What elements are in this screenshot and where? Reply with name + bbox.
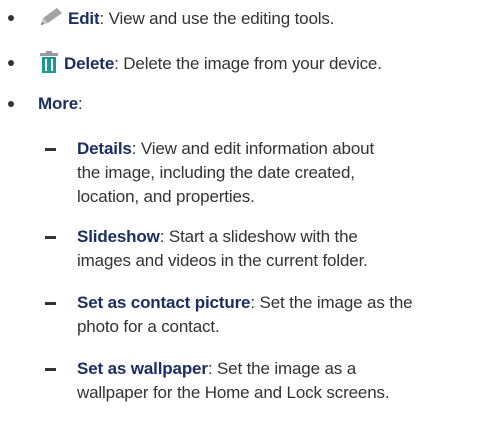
dash-marker (45, 368, 56, 371)
list-item-edit: Edit: View and use the editing tools. (8, 6, 334, 31)
bullet (8, 15, 14, 21)
wallpaper-line-1: : Set the image as a (207, 359, 357, 378)
dash-marker (45, 148, 56, 151)
description-delete: : Delete the image from your device. (114, 54, 382, 73)
details-line-2: the image, including the date created, (77, 163, 355, 182)
document-content: Edit: View and use the editing tools. De… (0, 0, 492, 439)
list-item-text: More: (38, 92, 83, 116)
list-item-text: Edit: View and use the editing tools. (38, 6, 334, 31)
term-set-as-wallpaper: Set as wallpaper (77, 359, 208, 378)
list-item-more: More: (8, 92, 83, 116)
term-set-as-contact-picture: Set as contact picture (77, 293, 251, 312)
details-line-1: : View and edit information about (131, 139, 375, 158)
term-slideshow: Slideshow (77, 227, 160, 246)
details-line-3: location, and properties. (77, 187, 255, 206)
subitem-text: Details: View and edit information about… (77, 137, 374, 209)
subitem-set-as-contact-picture: Set as contact picture: Set the image as… (45, 291, 413, 339)
slideshow-line-2: images and videos in the current folder. (77, 251, 368, 270)
subitem-text: Slideshow: Start a slideshow with the im… (77, 225, 368, 273)
subitem-slideshow: Slideshow: Start a slideshow with the im… (45, 225, 368, 273)
term-more: More (38, 94, 79, 113)
bullet (8, 60, 14, 66)
term-edit: Edit (68, 9, 100, 28)
description-edit: : View and use the editing tools. (99, 9, 335, 28)
dash-marker (45, 236, 56, 239)
list-item-delete: Delete: Delete the image from your devic… (8, 51, 382, 76)
subitem-text: Set as contact picture: Set the image as… (77, 291, 413, 339)
subitem-set-as-wallpaper: Set as wallpaper: Set the image as a wal… (45, 357, 390, 405)
subitem-text: Set as wallpaper: Set the image as a wal… (77, 357, 390, 405)
subitem-details: Details: View and edit information about… (45, 137, 374, 209)
slideshow-line-1: : Start a slideshow with the (159, 227, 358, 246)
pencil-icon (41, 8, 62, 25)
wallpaper-line-2: wallpaper for the Home and Lock screens. (77, 383, 390, 402)
term-details: Details (77, 139, 132, 158)
contact-picture-line-2: photo for a contact. (77, 317, 220, 336)
term-delete: Delete (64, 54, 115, 73)
trash-icon (40, 51, 58, 73)
bullet (8, 101, 14, 107)
contact-picture-line-1: : Set the image as the (250, 293, 413, 312)
description-more: : (78, 94, 83, 113)
list-item-text: Delete: Delete the image from your devic… (38, 51, 382, 76)
dash-marker (45, 302, 56, 305)
